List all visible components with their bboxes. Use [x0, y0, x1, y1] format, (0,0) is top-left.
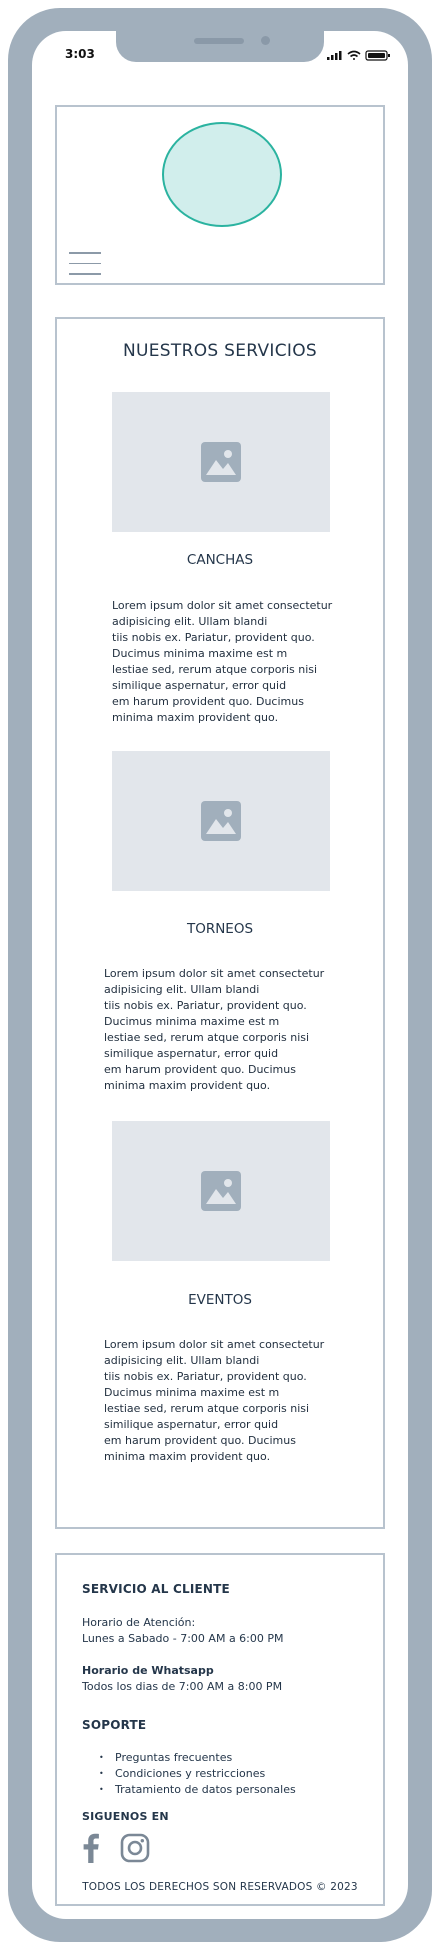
- speaker: [194, 38, 244, 44]
- camera: [261, 36, 270, 45]
- header-card: [55, 105, 385, 285]
- hamburger-menu-icon[interactable]: [69, 252, 101, 276]
- service-image-torneos: [112, 751, 330, 891]
- attention-label: Horario de Atención:: [82, 1616, 196, 1629]
- device-notch: [116, 31, 324, 62]
- status-time: 3:03: [65, 47, 95, 61]
- instagram-icon[interactable]: [120, 1833, 150, 1863]
- signal-icon: [327, 51, 342, 60]
- service-text-eventos: Lorem ipsum dolor sit amet consectetur a…: [104, 1338, 325, 1463]
- service-image-eventos: [112, 1121, 330, 1261]
- service-text-canchas: Lorem ipsum dolor sit amet consectetur a…: [112, 599, 333, 724]
- support-links: Preguntas frecuentes Condiciones y restr…: [97, 1750, 296, 1798]
- whatsapp-hours: Todos los dias de 7:00 AM a 8:00 PM: [82, 1680, 283, 1693]
- services-title: NUESTROS SERVICIOS: [123, 341, 317, 361]
- follow-heading: SIGUENOS EN: [82, 1810, 169, 1823]
- services-section: NUESTROS SERVICIOS CANCHAS Lorem ipsum d…: [55, 317, 385, 1529]
- wifi-icon: [347, 50, 361, 60]
- image-placeholder-icon: [201, 1171, 241, 1211]
- logo-placeholder: [162, 122, 282, 227]
- whatsapp-label: Horario de Whatsapp: [82, 1663, 214, 1679]
- service-title-canchas: CANCHAS: [186, 552, 254, 568]
- attention-hours: Lunes a Sabado - 7:00 AM a 6:00 PM: [82, 1632, 284, 1645]
- facebook-icon[interactable]: [82, 1833, 100, 1863]
- support-heading: SOPORTE: [82, 1718, 147, 1732]
- support-link-data-policy[interactable]: Tratamiento de datos personales: [97, 1782, 296, 1798]
- footer-card: SERVICIO AL CLIENTE Horario de Atención:…: [55, 1553, 385, 1906]
- support-link-terms[interactable]: Condiciones y restricciones: [97, 1766, 296, 1782]
- whatsapp-label-text: Horario de Whatsapp: [82, 1664, 214, 1677]
- customer-service-heading: SERVICIO AL CLIENTE: [82, 1582, 230, 1596]
- service-title-torneos: TORNEOS: [186, 921, 254, 937]
- service-image-canchas: [112, 392, 330, 532]
- service-text-torneos: Lorem ipsum dolor sit amet consectetur a…: [104, 967, 325, 1092]
- image-placeholder-icon: [201, 442, 241, 482]
- service-title-eventos: EVENTOS: [188, 1292, 252, 1308]
- battery-icon: [365, 50, 390, 61]
- support-link-faq[interactable]: Preguntas frecuentes: [97, 1750, 296, 1766]
- copyright-text: TODOS LOS DERECHOS SON RESERVADOS © 2023: [82, 1881, 358, 1893]
- status-icons: [327, 50, 390, 61]
- image-placeholder-icon: [201, 801, 241, 841]
